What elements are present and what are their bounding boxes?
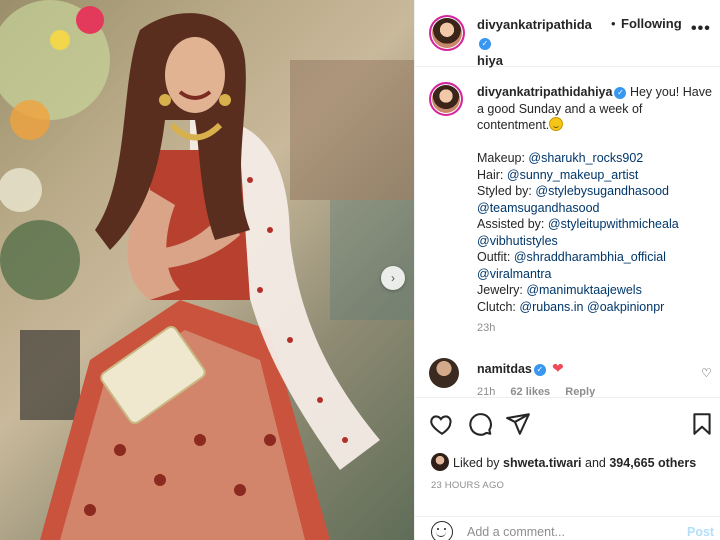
add-comment-input[interactable]: Add a comment...	[467, 525, 565, 539]
caption-section: divyankatripathidahiya ✓ Hey you! Have a …	[415, 68, 720, 396]
posted-time[interactable]: 23 HOURS AGO	[431, 480, 504, 491]
save-bookmark-icon[interactable]	[689, 411, 715, 437]
comment-like-icon[interactable]: ♡	[701, 366, 712, 380]
post-header: divyankatripathida ✓ hiya • Following •••	[415, 0, 720, 70]
comment-heart-emoji: ❤	[552, 360, 564, 376]
photo-illustration	[0, 0, 414, 540]
credit-line-assisted: Assisted by: @styleitupwithmicheala	[477, 217, 679, 231]
tag-link[interactable]: @rubans.in	[519, 300, 583, 314]
commenter-username[interactable]: namitdas ✓	[477, 362, 546, 376]
author-avatar[interactable]	[429, 15, 465, 51]
following-button[interactable]: Following	[621, 16, 682, 31]
tag-link[interactable]: @sunny_makeup_artist	[507, 168, 639, 182]
liked-by-line: Liked by shweta.tiwari and 394,665 other…	[431, 453, 696, 471]
commenter-verified-icon: ✓	[533, 363, 546, 376]
caption-time: 23h	[477, 322, 496, 334]
separator-dot: •	[611, 16, 616, 31]
more-options-icon[interactable]: •••	[691, 20, 711, 38]
liked-by-user[interactable]: shweta.tiwari	[503, 456, 582, 470]
credit-line-assisted-2: @vibhutistyles	[477, 233, 713, 250]
carousel-next-button[interactable]: ›	[381, 266, 405, 290]
share-send-icon[interactable]	[505, 411, 531, 437]
tag-link[interactable]: @shraddharambhia_official	[514, 250, 666, 264]
credit-line-styled: Styled by: @stylebysugandhasood	[477, 184, 669, 198]
post-actions: Liked by shweta.tiwari and 394,665 other…	[415, 397, 720, 540]
credit-line-jewelry: Jewelry: @manimuktaajewels	[477, 283, 642, 297]
commenter-avatar[interactable]	[429, 358, 459, 388]
post-photo[interactable]: ›	[0, 0, 414, 540]
tag-link[interactable]: @oakpinionpr	[587, 300, 664, 314]
liked-by-avatar[interactable]	[431, 453, 449, 471]
like-heart-icon[interactable]	[429, 411, 455, 437]
tag-link[interactable]: @sharukh_rocks902	[528, 151, 643, 165]
credit-line-outfit: Outfit: @shraddharambhia_official	[477, 250, 666, 264]
author-username[interactable]: divyankatripathida ✓ hiya	[477, 16, 592, 70]
post-sidebar: divyankatripathida ✓ hiya • Following •••…	[414, 0, 720, 540]
tag-link[interactable]: @styleitupwithmicheala	[548, 217, 679, 231]
credit-line-clutch: Clutch: @rubans.in @oakpinionpr	[477, 299, 665, 314]
comment-bubble-icon[interactable]	[467, 411, 493, 437]
caption-text: divyankatripathidahiya ✓ Hey you! Have a …	[477, 84, 713, 337]
add-comment-bar: Add a comment... Post	[415, 516, 720, 540]
caption-username[interactable]: divyankatripathidahiya	[477, 85, 612, 99]
caption-author-avatar[interactable]	[429, 82, 463, 116]
tag-link[interactable]: @manimuktaajewels	[526, 283, 642, 297]
emoji-picker-icon[interactable]	[431, 521, 453, 540]
smiley-emoji-icon	[549, 117, 564, 131]
tag-link[interactable]: @vibhutistyles	[477, 234, 558, 248]
post-comment-button[interactable]: Post	[687, 525, 714, 539]
credit-line-makeup: Makeup: @sharukh_rocks902	[477, 151, 644, 165]
verified-badge-icon: ✓	[479, 37, 491, 50]
liked-by-others[interactable]: 394,665 others	[609, 456, 696, 470]
author-username-line1[interactable]: divyankatripathida	[477, 17, 592, 32]
tag-link[interactable]: @teamsugandhasood	[477, 201, 600, 215]
author-username-line2[interactable]: hiya	[477, 53, 503, 68]
credit-line-outfit-2: @viralmantra	[477, 266, 713, 283]
credit-line-styled-2: @teamsugandhasood	[477, 200, 713, 217]
credit-line-hair: Hair: @sunny_makeup_artist	[477, 167, 639, 182]
caption-verified-icon: ✓	[614, 86, 627, 99]
tag-link[interactable]: @viralmantra	[477, 267, 552, 281]
tag-link[interactable]: @stylebysugandhasood	[535, 184, 669, 198]
